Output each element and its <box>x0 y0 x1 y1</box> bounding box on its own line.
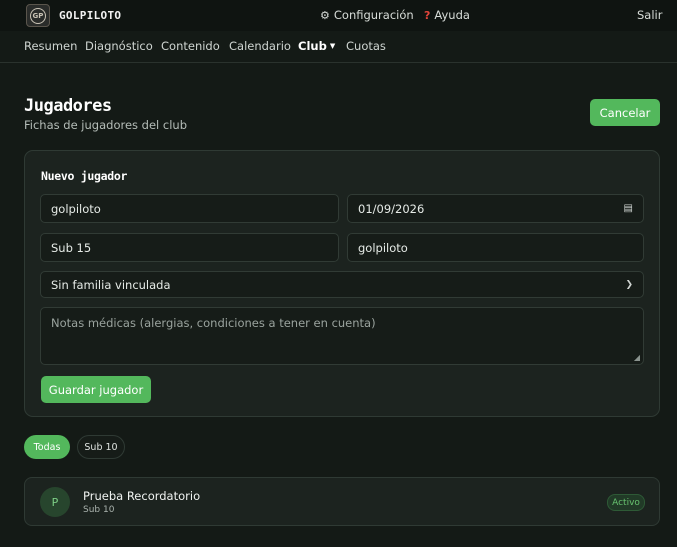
help-label: Ayuda <box>434 8 470 22</box>
player-category: Sub 10 <box>83 505 115 515</box>
help-link[interactable]: ? Ayuda <box>424 8 470 22</box>
cancel-button[interactable]: Cancelar <box>590 99 660 126</box>
player-name: Prueba Recordatorio <box>83 489 201 503</box>
secondary-input[interactable]: golpiloto <box>347 233 644 262</box>
player-card[interactable]: P Prueba Recordatorio Sub 10 Activo <box>24 477 660 526</box>
nav-item-resumen[interactable]: Resumen <box>24 39 77 53</box>
status-badge: Activo <box>607 494 645 511</box>
category-value: Sub 15 <box>51 240 92 255</box>
filter-todas[interactable]: Todas <box>24 435 70 459</box>
birth-date-value: 01/09/2026 <box>358 201 425 216</box>
nav-item-club-label: Club <box>298 39 327 53</box>
question-icon: ? <box>424 8 431 22</box>
form-title: Nuevo jugador <box>41 169 128 183</box>
secondary-value: golpiloto <box>358 240 408 255</box>
medical-notes-textarea[interactable]: Notas médicas (alergias, condiciones a t… <box>40 307 644 365</box>
main-nav: Resumen Diagnóstico Contenido Calendario… <box>0 31 677 63</box>
page-subtitle: Fichas de jugadores del club <box>24 118 188 132</box>
page-title: Jugadores <box>24 96 112 116</box>
logo-mark: GP <box>30 7 46 24</box>
gear-icon: ⚙ <box>320 8 330 22</box>
chevron-down-icon: ▼ <box>329 42 336 50</box>
family-select-value: Sin familia vinculada <box>51 277 171 292</box>
nav-item-diagnostico[interactable]: Diagnóstico <box>85 39 153 53</box>
nav-item-club[interactable]: Club ▼ <box>298 39 335 53</box>
nav-item-contenido[interactable]: Contenido <box>161 39 220 53</box>
logout-label: Salir <box>637 8 663 22</box>
filter-sub-10[interactable]: Sub 10 <box>77 435 125 459</box>
logout-link[interactable]: Salir <box>637 8 662 22</box>
player-name-input[interactable]: golpiloto <box>40 194 339 223</box>
calendar-icon[interactable]: ▤ <box>624 203 633 214</box>
resize-handle-icon[interactable]: ◢ <box>634 353 640 362</box>
family-select[interactable]: Sin familia vinculada ❯ <box>40 271 644 298</box>
settings-label: Configuración <box>333 8 414 22</box>
nav-item-cuotas[interactable]: Cuotas <box>346 39 386 53</box>
category-input[interactable]: Sub 15 <box>40 233 339 262</box>
top-bar: GP GOLPILOTO ⚙ Configuración ? Ayuda Sal… <box>0 0 677 31</box>
brand-name[interactable]: GOLPILOTO <box>59 9 121 22</box>
player-name-value: golpiloto <box>51 201 101 216</box>
club-logo[interactable]: GP <box>26 4 50 27</box>
save-player-button[interactable]: Guardar jugador <box>41 376 151 403</box>
medical-notes-placeholder: Notas médicas (alergias, condiciones a t… <box>51 316 376 330</box>
new-player-form: Nuevo jugador golpiloto 01/09/2026 ▤ Sub… <box>24 150 660 417</box>
settings-link[interactable]: ⚙ Configuración <box>320 8 414 22</box>
chevron-down-icon: ❯ <box>625 279 633 290</box>
birth-date-input[interactable]: 01/09/2026 ▤ <box>347 194 644 223</box>
avatar: P <box>40 487 70 517</box>
nav-item-calendario[interactable]: Calendario <box>229 39 291 53</box>
